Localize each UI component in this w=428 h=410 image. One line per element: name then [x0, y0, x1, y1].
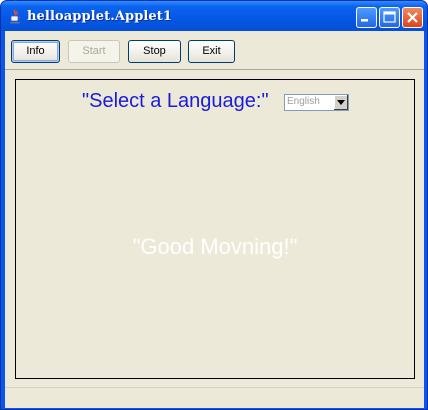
close-icon — [407, 12, 418, 23]
applet-client-area: Info Start Stop Exit "Select a Language:… — [5, 31, 424, 408]
maximize-icon — [383, 11, 396, 23]
language-select-value: English — [287, 96, 320, 107]
title-bar[interactable]: helloapplet.Applet1 — [1, 1, 427, 31]
maximize-button[interactable] — [379, 7, 400, 28]
stop-button[interactable]: Stop — [128, 40, 181, 63]
chevron-down-icon — [337, 100, 345, 105]
applet-window: helloapplet.Applet1 Info Start Stop Exit — [0, 0, 428, 410]
window-title: helloapplet.Applet1 — [27, 9, 173, 24]
status-bar — [5, 387, 424, 408]
exit-button[interactable]: Exit — [188, 40, 235, 63]
java-cup-icon — [10, 9, 21, 24]
minimize-icon — [361, 19, 368, 22]
greeting-text: "Good Movning!" — [132, 234, 298, 259]
info-button[interactable]: Info — [11, 40, 60, 63]
button-toolbar: Info Start Stop Exit — [5, 31, 424, 70]
language-prompt-label: "Select a Language:" — [82, 90, 269, 112]
close-button[interactable] — [402, 7, 423, 28]
language-panel: "Select a Language:" English "Good Movni… — [15, 79, 415, 379]
language-select-arrow-button[interactable] — [333, 95, 348, 110]
language-select[interactable]: English — [284, 94, 349, 111]
minimize-button[interactable] — [356, 7, 377, 28]
start-button: Start — [68, 40, 120, 63]
